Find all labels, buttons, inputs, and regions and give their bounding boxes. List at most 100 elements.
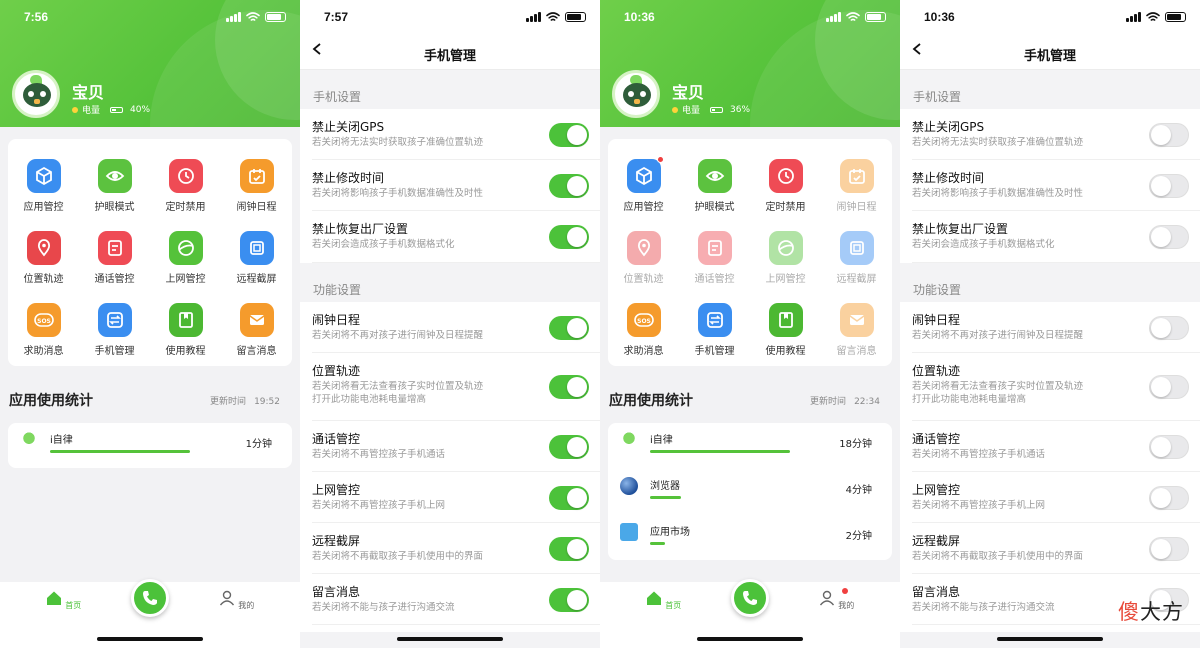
child-avatar[interactable] [12,70,60,118]
setting-toggle[interactable] [1149,315,1189,340]
grid-item-label: 应用管控 [23,202,64,213]
usage-row[interactable]: i自律 18分钟 [608,423,892,463]
status-time: 10:36 [624,10,655,24]
home-indicator [697,637,803,641]
grid-item-book[interactable]: 使用教程 [150,303,221,357]
grid-item-globe[interactable]: 上网管控 [150,231,221,285]
grid-item-label: 远程截屏 [836,274,877,285]
sos-icon: SOS [26,303,61,337]
call-button[interactable] [131,579,169,617]
setting-toggle[interactable] [1149,485,1189,510]
setting-row: 上网管控 若关闭将不再管控孩子手机上网 [300,472,600,523]
grid-item-mail[interactable]: 留言消息 [821,303,892,357]
setting-title: 禁止关闭GPS [912,120,985,134]
setting-row: 上网管控 若关闭将不再管控孩子手机上网 [900,472,1200,523]
eye-icon [97,159,132,193]
grid-item-location[interactable]: 位置轨迹 [608,231,679,285]
setting-toggle[interactable] [549,315,589,340]
eye-icon [697,159,732,193]
setting-toggle[interactable] [1149,122,1189,147]
setting-toggle[interactable] [549,225,589,249]
grid-item-label: 定时禁用 [765,202,806,213]
setting-toggle[interactable] [1149,536,1189,561]
grid-item-label: 位置轨迹 [623,274,664,285]
grid-item-eye[interactable]: 护眼模式 [79,159,150,213]
call-log-icon [97,231,132,265]
tab-mine[interactable]: 我的 [216,590,256,611]
tab-home[interactable]: 首页 [43,590,83,611]
setting-toggle[interactable] [1149,173,1189,198]
setting-row: 禁止关闭GPS 若关闭将无法实时获取孩子准确位置轨迹 [900,109,1200,160]
grid-item-call-log[interactable]: 通话管控 [79,231,150,285]
setting-row: 通话管控 若关闭将不再管控孩子手机通话 [900,421,1200,472]
setting-toggle[interactable] [549,536,589,561]
grid-item-book[interactable]: 使用教程 [750,303,821,357]
tab-mine[interactable]: 我的 [816,588,856,611]
grid-item-clock[interactable]: 定时禁用 [150,159,221,213]
setting-description: 若关闭将无法实时获取孩子准确位置轨迹 [912,137,1084,148]
grid-item-eye[interactable]: 护眼模式 [679,159,750,213]
phone-settings-group: 禁止关闭GPS 若关闭将无法实时获取孩子准确位置轨迹 禁止修改时间 若关闭将影响… [900,109,1200,263]
grid-item-mail[interactable]: 留言消息 [221,303,292,357]
usage-row[interactable]: i自律 1分钟 [8,423,292,463]
setting-description: 打开此功能电池耗电量增高 [912,394,1027,405]
usage-bar [650,496,681,499]
setting-row: 位置轨迹 若关闭将看无法查看孩子实时位置及轨迹 打开此功能电池耗电量增高 [300,353,600,421]
phone-manage-screen-on: 7:57 手机管理 手机设置 禁止关闭GPS 若关闭将无法实时获取孩子准确位置轨… [300,0,600,648]
usage-list: i自律 1分钟 [8,423,292,468]
stats-title: 应用使用统计 [609,393,693,409]
grid-item-label: 上网管控 [165,274,206,285]
grid-item-calendar[interactable]: 闹钟日程 [821,159,892,213]
setting-toggle[interactable] [549,434,589,459]
grid-item-app-control[interactable]: 应用管控 [8,159,79,213]
setting-description: 若关闭将不能与孩子进行沟通交流 [312,602,455,613]
call-button[interactable] [731,579,769,617]
grid-item-label: 通话管控 [94,274,135,285]
setting-title: 上网管控 [312,483,361,497]
grid-item-screenshot[interactable]: 远程截屏 [821,231,892,285]
grid-item-globe[interactable]: 上网管控 [750,231,821,285]
grid-item-calendar[interactable]: 闹钟日程 [221,159,292,213]
wifi-icon [1146,12,1160,21]
wifi-icon [846,12,860,21]
setting-toggle[interactable] [1149,434,1189,459]
usage-row[interactable]: 应用市场 2分钟 [608,515,892,555]
setting-toggle[interactable] [1149,375,1189,399]
grid-item-label: 护眼模式 [94,202,135,213]
setting-toggle[interactable] [549,173,589,198]
app-control-icon [626,156,664,193]
setting-toggle[interactable] [1149,225,1189,249]
grid-item-clock[interactable]: 定时禁用 [750,159,821,213]
setting-title: 闹钟日程 [912,313,961,327]
phone-manage-icon [97,303,132,337]
grid-item-screenshot[interactable]: 远程截屏 [221,231,292,285]
mail-icon [239,303,274,337]
svg-text:SOS: SOS [37,318,51,325]
setting-toggle[interactable] [549,485,589,510]
setting-toggle[interactable] [549,122,589,147]
grid-item-phone-manage[interactable]: 手机管理 [679,303,750,357]
setting-row: 闹钟日程 若关闭将不再对孩子进行闹钟及日程提醒 [900,302,1200,353]
setting-toggle[interactable] [549,587,589,612]
setting-toggle[interactable] [549,375,589,399]
setting-row: 禁止修改时间 若关闭将影响孩子手机数据准确性及时性 [300,160,600,211]
grid-item-label: 使用教程 [765,346,806,357]
signal-icon [526,12,541,22]
grid-item-app-control[interactable]: 应用管控 [608,156,679,213]
setting-row: 位置轨迹 若关闭将看无法查看孩子实时位置及轨迹 打开此功能电池耗电量增高 [900,353,1200,421]
tab-home[interactable]: 首页 [643,590,683,611]
grid-item-phone-manage[interactable]: 手机管理 [79,303,150,357]
svg-text:SOS: SOS [637,318,651,325]
app-icon [620,431,638,449]
setting-row: 禁止修改时间 若关闭将影响孩子手机数据准确性及时性 [900,160,1200,211]
grid-item-sos[interactable]: SOS 求助消息 [8,303,79,357]
grid-item-call-log[interactable]: 通话管控 [679,231,750,285]
usage-row[interactable]: 浏览器 4分钟 [608,469,892,509]
child-avatar[interactable] [612,70,660,118]
grid-item-location[interactable]: 位置轨迹 [8,231,79,285]
sos-icon: SOS [626,303,661,337]
grid-item-sos[interactable]: SOS 求助消息 [608,303,679,357]
setting-description: 打开此功能电池耗电量增高 [312,394,427,405]
page-title: 手机管理 [423,49,476,64]
setting-description: 若关闭将不再对孩子进行闹钟及日程提醒 [312,330,484,341]
